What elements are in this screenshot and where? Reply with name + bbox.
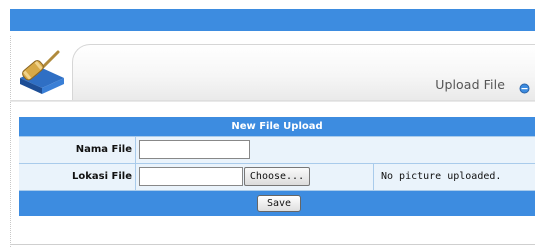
header-divider [10, 100, 535, 102]
nama-file-row: Nama File [19, 136, 535, 163]
form-heading: New File Upload [19, 117, 535, 136]
column-divider [135, 137, 136, 163]
top-banner-bar [10, 9, 535, 31]
page-header: Upload File [10, 44, 535, 102]
save-button[interactable]: Save [257, 195, 301, 212]
choose-file-button[interactable]: Choose... [244, 167, 310, 186]
page-title: Upload File [435, 77, 505, 92]
nama-file-input[interactable] [139, 140, 250, 159]
blue-circle-bullet-icon [519, 79, 530, 94]
bottom-divider [10, 244, 535, 245]
lokasi-file-label: Lokasi File [72, 171, 132, 182]
form-footer: Save [19, 190, 535, 216]
upload-status-text: No picture uploaded. [381, 171, 502, 182]
file-path-field[interactable] [139, 167, 243, 186]
header-panel [72, 44, 535, 101]
lokasi-file-row: Lokasi File Choose... No picture uploade… [19, 163, 535, 190]
gavel-icon [14, 44, 70, 98]
nama-file-label: Nama File [75, 144, 132, 155]
upload-form: New File Upload Nama File Lokasi File Ch… [19, 117, 535, 216]
column-divider [135, 164, 136, 190]
column-divider [373, 164, 374, 190]
